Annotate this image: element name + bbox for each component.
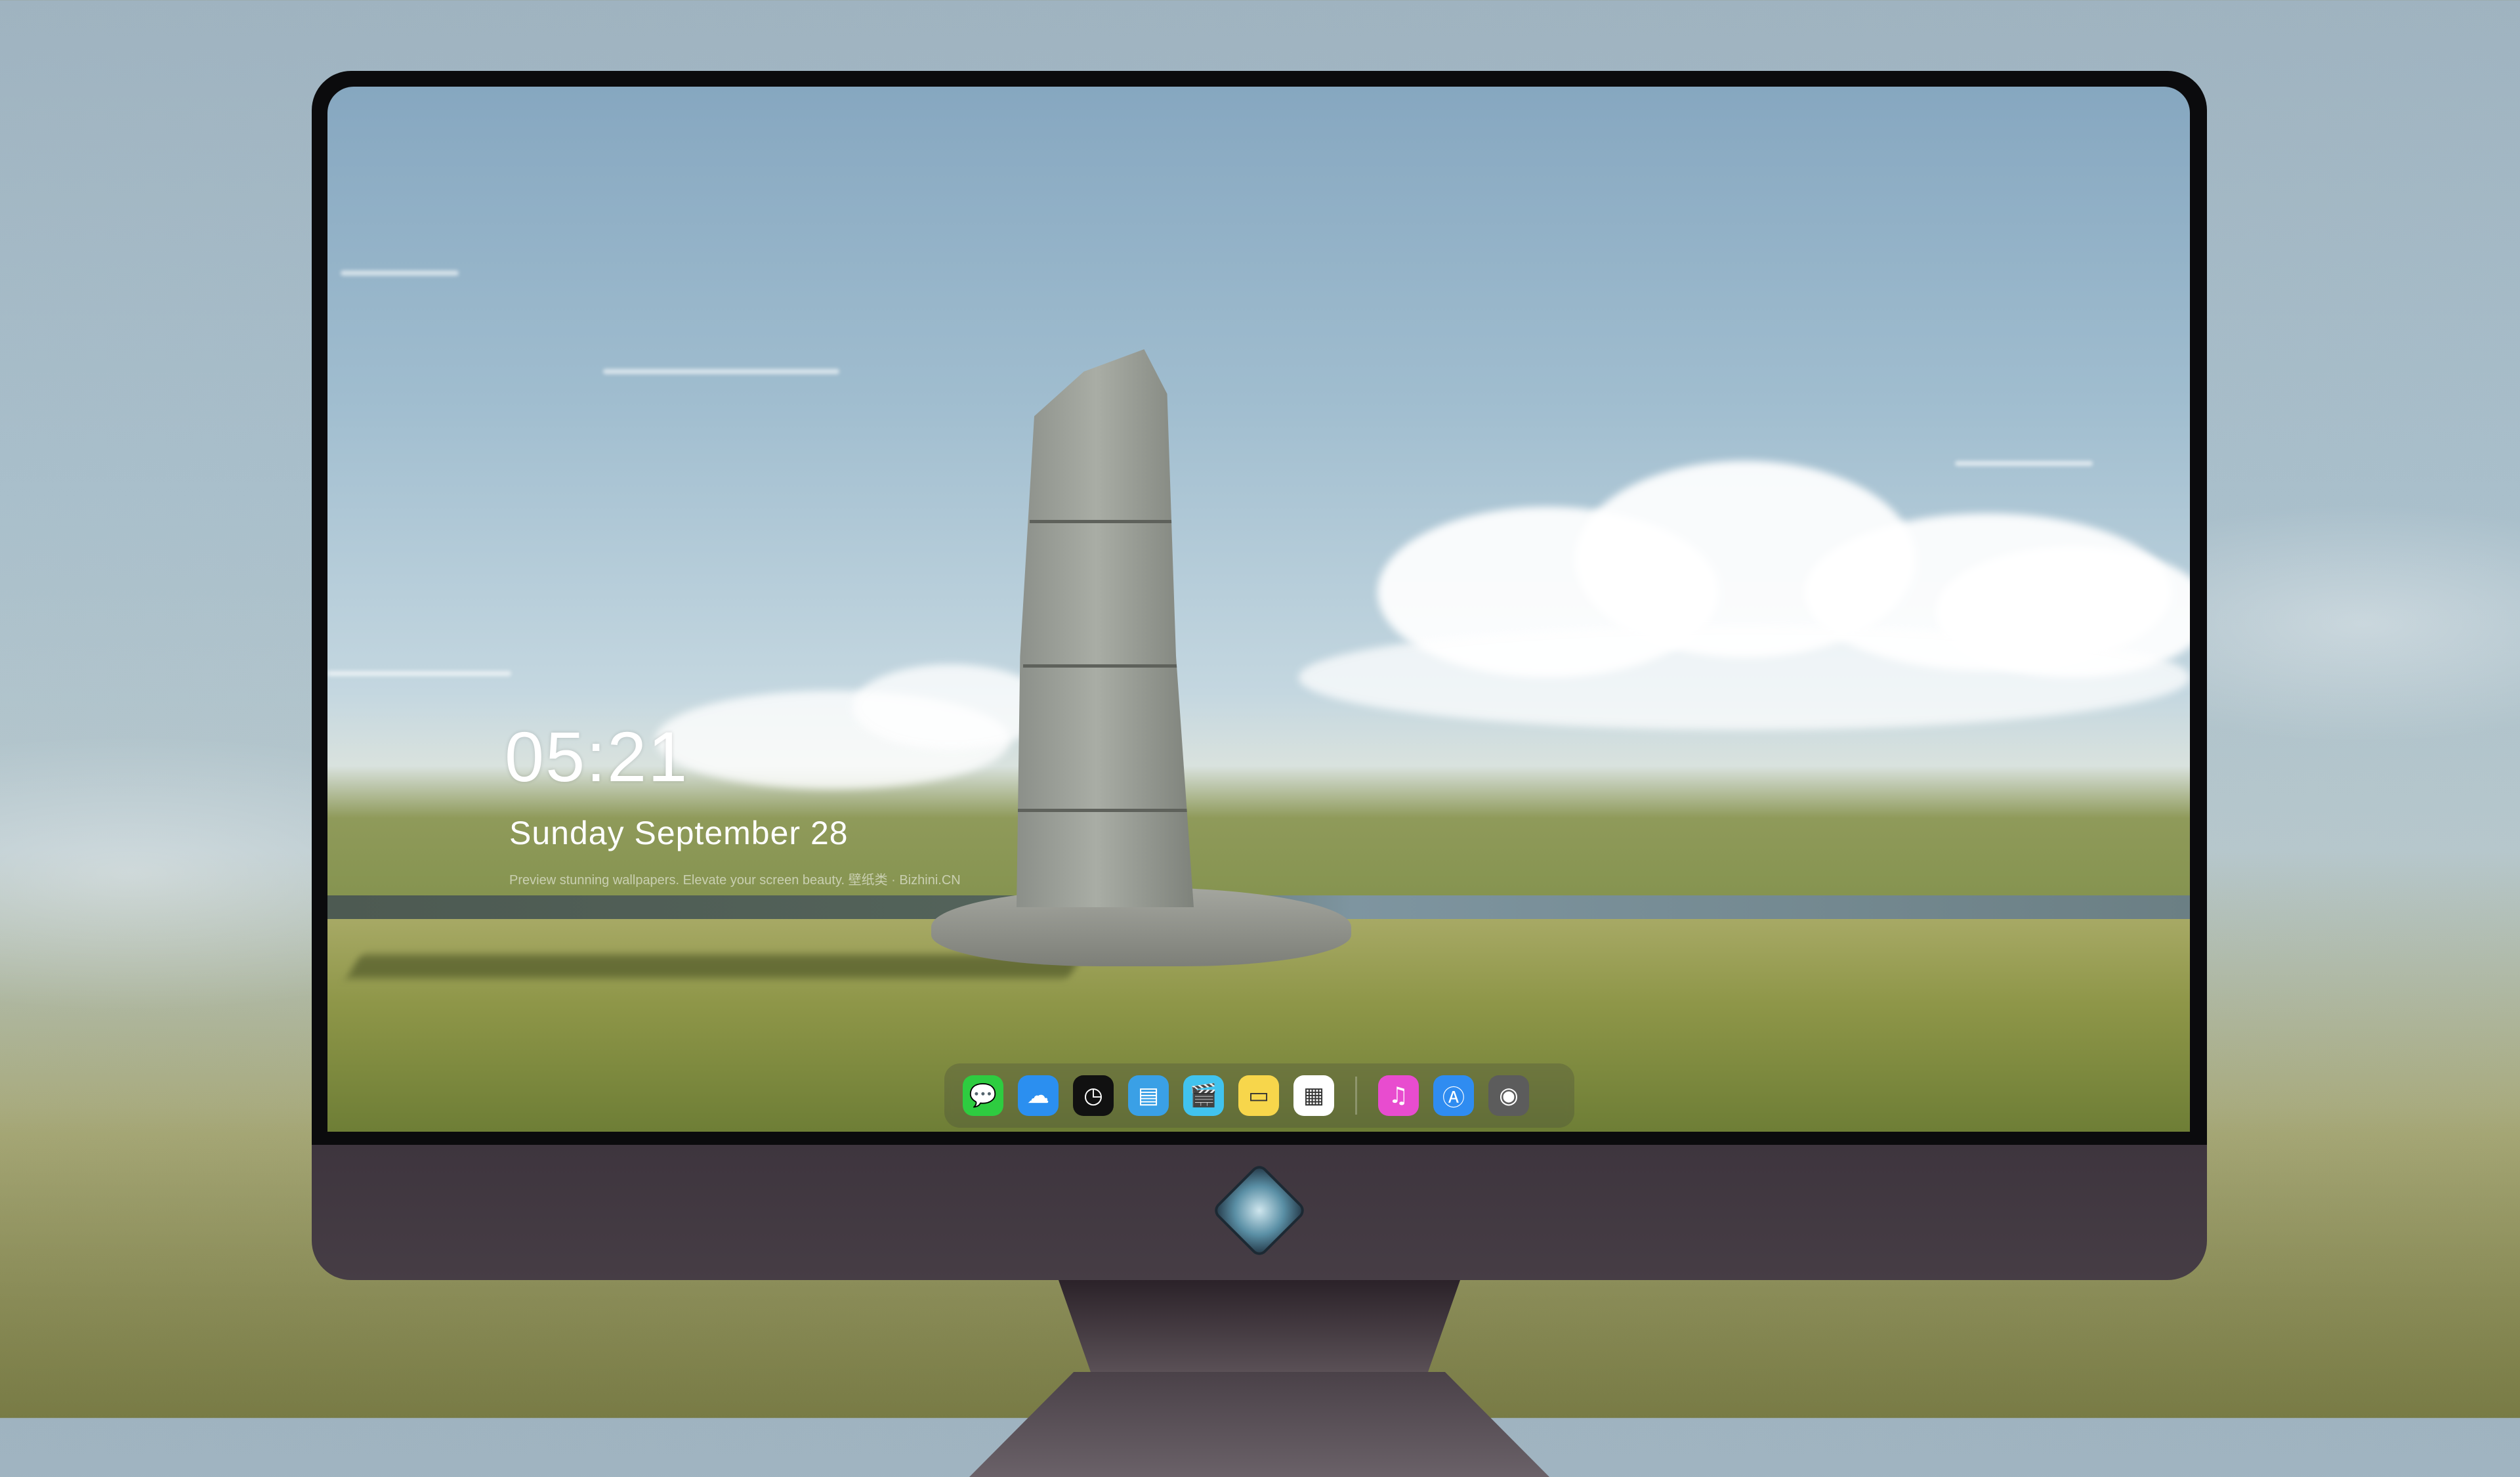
screen: 05:21 Sunday September 28 Preview stunni… bbox=[327, 87, 2190, 1132]
lockscreen-date: Sunday September 28 bbox=[509, 815, 849, 851]
weather-icon[interactable]: ☁ bbox=[1018, 1075, 1059, 1116]
music-icon[interactable]: ♫ bbox=[1378, 1075, 1419, 1116]
cloud-streak bbox=[327, 671, 511, 676]
cloud-streak bbox=[603, 369, 839, 374]
mascot-logo-icon bbox=[1215, 1166, 1304, 1255]
movie-clapper-icon[interactable]: 🎬 bbox=[1183, 1075, 1224, 1116]
lockscreen-tagline: Preview stunning wallpapers. Elevate you… bbox=[509, 873, 961, 888]
dock-separator bbox=[1355, 1077, 1357, 1115]
dock: 💬 ☁ ◷ ▤ 🎬 ▭ ▦ ♫ Ⓐ ◉ bbox=[944, 1063, 1574, 1128]
calendar-icon[interactable]: ▦ bbox=[1293, 1075, 1334, 1116]
preview-icon[interactable]: ▤ bbox=[1128, 1075, 1169, 1116]
monitor-stand-neck bbox=[1059, 1280, 1460, 1372]
stone-monolith bbox=[1017, 349, 1194, 907]
messages-icon[interactable]: 💬 bbox=[963, 1075, 1003, 1116]
cloud bbox=[1299, 625, 2190, 730]
monolith-shadow bbox=[346, 954, 1083, 978]
monitor-bezel: 05:21 Sunday September 28 Preview stunni… bbox=[312, 71, 2207, 1145]
monitor-chin bbox=[312, 1145, 2207, 1280]
lockscreen-time: 05:21 bbox=[505, 717, 689, 796]
cloud-streak bbox=[341, 270, 459, 276]
cloud-streak bbox=[1955, 461, 2093, 466]
clock-icon[interactable]: ◷ bbox=[1073, 1075, 1114, 1116]
notes-icon[interactable]: ▭ bbox=[1238, 1075, 1279, 1116]
app-store-icon[interactable]: Ⓐ bbox=[1433, 1075, 1474, 1116]
monitor: 05:21 Sunday September 28 Preview stunni… bbox=[312, 71, 2207, 1477]
camera-icon[interactable]: ◉ bbox=[1488, 1075, 1529, 1116]
